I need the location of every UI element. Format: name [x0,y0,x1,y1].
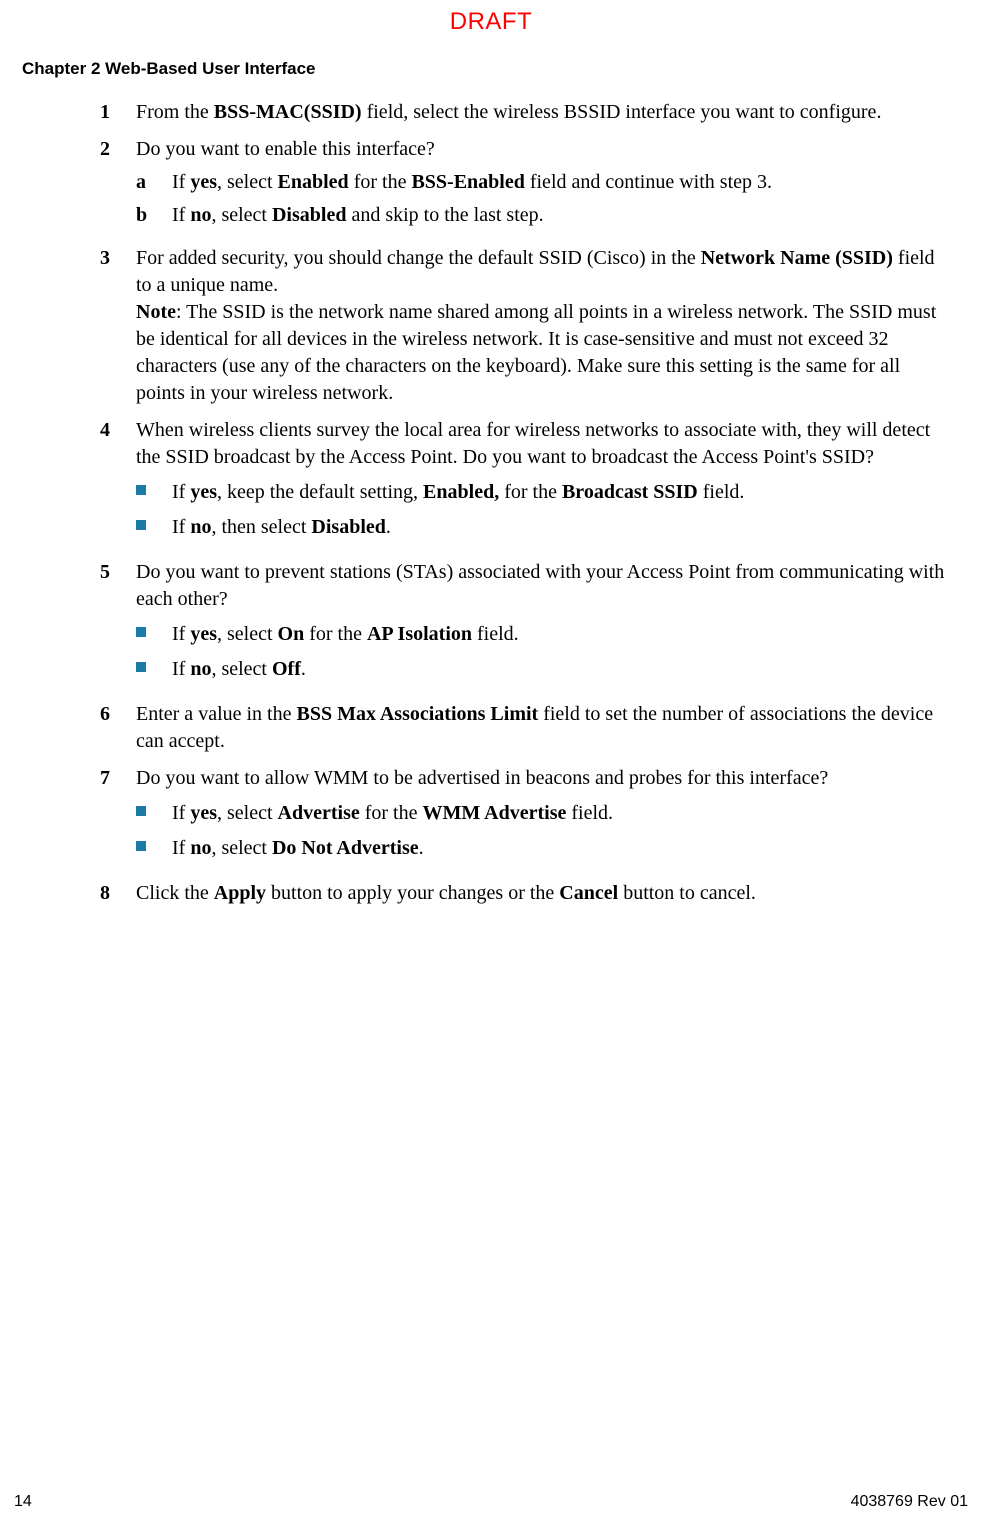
bullet-item: If no, select Off. [136,656,950,683]
step-body: Do you want to enable this interface? a … [136,136,950,235]
main-content: 1 From the BSS-MAC(SSID) field, select t… [100,99,950,907]
step-2: 2 Do you want to enable this interface? … [100,136,950,235]
step-number: 2 [100,136,136,235]
bullet-icon [136,800,172,816]
step-text: Do you want to enable this interface? [136,136,950,163]
bullet-item: If yes, select On for the AP Isolation f… [136,621,950,648]
step-number: 8 [100,880,136,907]
substep-letter: b [136,202,172,229]
step-5: 5 Do you want to prevent stations (STAs)… [100,559,950,691]
step-8: 8 Click the Apply button to apply your c… [100,880,950,907]
step-6: 6 Enter a value in the BSS Max Associati… [100,701,950,755]
bullet-text: If no, then select Disabled. [172,514,950,541]
bullet-text: If no, select Do Not Advertise. [172,835,950,862]
chapter-header: Chapter 2 Web-Based User Interface [22,58,982,81]
step-number: 4 [100,417,136,549]
step-body: When wireless clients survey the local a… [136,417,950,549]
step-number: 5 [100,559,136,691]
step-number: 7 [100,765,136,870]
step-text: From the BSS-MAC(SSID) field, select the… [136,99,950,126]
step-4: 4 When wireless clients survey the local… [100,417,950,549]
step-text: Click the Apply button to apply your cha… [136,880,950,907]
step-body: Do you want to prevent stations (STAs) a… [136,559,950,691]
step-number: 3 [100,245,136,407]
bullet-item: If no, then select Disabled. [136,514,950,541]
bullet-text: If yes, keep the default setting, Enable… [172,479,950,506]
bullet-text: If yes, select Advertise for the WMM Adv… [172,800,950,827]
step-text: Do you want to allow WMM to be advertise… [136,765,950,792]
step-number: 1 [100,99,136,126]
step-text: Enter a value in the BSS Max Association… [136,701,950,755]
bullet-icon [136,621,172,637]
bullet-item: If yes, select Advertise for the WMM Adv… [136,800,950,827]
bullet-icon [136,835,172,851]
bullet-icon [136,479,172,495]
substep-a: a If yes, select Enabled for the BSS-Ena… [136,169,950,196]
substep-letter: a [136,169,172,196]
substep-text: If no, select Disabled and skip to the l… [172,202,950,229]
step-body: Do you want to allow WMM to be advertise… [136,765,950,870]
bullet-item: If no, select Do Not Advertise. [136,835,950,862]
step-text: For added security, you should change th… [136,245,950,407]
step-text: Do you want to prevent stations (STAs) a… [136,559,950,613]
step-3: 3 For added security, you should change … [100,245,950,407]
substep-text: If yes, select Enabled for the BSS-Enabl… [172,169,950,196]
page-number: 14 [14,1491,32,1513]
bullet-item: If yes, keep the default setting, Enable… [136,479,950,506]
bullet-icon [136,656,172,672]
bullet-text: If no, select Off. [172,656,950,683]
bullet-icon [136,514,172,530]
step-1: 1 From the BSS-MAC(SSID) field, select t… [100,99,950,126]
substep-b: b If no, select Disabled and skip to the… [136,202,950,229]
step-number: 6 [100,701,136,755]
revision-number: 4038769 Rev 01 [851,1491,968,1513]
bullet-text: If yes, select On for the AP Isolation f… [172,621,950,648]
step-text: When wireless clients survey the local a… [136,417,950,471]
draft-watermark: DRAFT [0,6,982,38]
step-7: 7 Do you want to allow WMM to be adverti… [100,765,950,870]
